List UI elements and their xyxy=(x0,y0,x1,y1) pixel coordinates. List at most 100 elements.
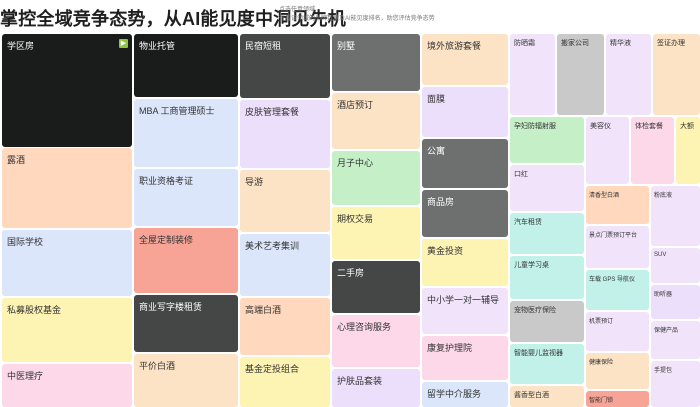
tile-label: 儿童学习桌 xyxy=(514,262,549,269)
tile-label: 防晒霜 xyxy=(514,40,535,47)
treemap-tile-wuyetuoguan[interactable]: 物业托管 xyxy=(134,34,238,97)
tile-label: 美容仪 xyxy=(590,123,611,130)
tile-label: 健康保险 xyxy=(589,360,614,366)
tile-label: 国际学校 xyxy=(7,237,44,247)
treemap-tile-huangjintouzi[interactable]: 黄金投资 xyxy=(422,239,508,286)
treemap-tile-liuxuezhongjie[interactable]: 留学中介服务 xyxy=(422,382,508,407)
treemap-tile-suv[interactable]: SUV xyxy=(651,248,700,283)
treemap-tile-shangpinfang[interactable]: 商品房 xyxy=(422,190,508,237)
treemap-tile-fangshaishuang[interactable]: 防晒霜 xyxy=(510,34,555,115)
tile-label: 商业写字楼租赁 xyxy=(139,302,203,312)
tile-label: 职业资格考证 xyxy=(139,176,194,186)
tile-label: 酱香型白酒 xyxy=(514,392,549,399)
treemap-tile-qingxiangbaijiu[interactable]: 清香型白酒 xyxy=(586,186,649,224)
tile-label: 私募股权基金 xyxy=(7,305,62,315)
tile-label: 汽车租赁 xyxy=(514,219,542,226)
tile-label: 期权交易 xyxy=(337,214,374,224)
treemap-tile-ershoufang[interactable]: 二手房 xyxy=(332,261,420,313)
treemap-tile-banjiagongsi[interactable]: 搬家公司 xyxy=(557,34,604,115)
treemap-tile-kouhong[interactable]: 口红 xyxy=(510,165,584,211)
treemap-tile-mianmo[interactable]: 面膜 xyxy=(422,87,508,137)
tile-label: 清香型白酒 xyxy=(589,193,620,199)
treemap-tile-pifuguanlitaocan[interactable]: 皮肤管理套餐 xyxy=(240,100,330,168)
tile-label: 车载 GPS 导航仪 xyxy=(589,277,636,283)
treemap-tile-shangyexiezilouzulin[interactable]: 商业写字楼租赁 xyxy=(134,295,238,352)
tile-label: 酒店预订 xyxy=(337,100,374,110)
treemap-tile-baojianchanpin[interactable]: 保健产品 xyxy=(651,321,700,359)
treemap-tile-tijiantaocan[interactable]: 体检套餐 xyxy=(631,117,674,184)
tile-label: 智能婴儿监视器 xyxy=(514,350,563,357)
treemap-tile-quanwudingzhizhuangxiu[interactable]: 全屋定制装修 xyxy=(134,228,238,293)
treemap-tile-minsuduanzu[interactable]: 民宿短租 xyxy=(240,34,330,98)
treemap-tile-meirongyi[interactable]: 美容仪 xyxy=(586,117,629,184)
treemap-tile-wuyebangong[interactable]: 智能门锁 xyxy=(586,391,649,407)
treemap-tile-mba[interactable]: MBA 工商管理硕士 xyxy=(134,99,238,167)
tile-label: 中医理疗 xyxy=(7,371,44,381)
tile-label: 粉底液 xyxy=(654,193,673,199)
treemap-tile-xuequfang[interactable]: 学区房 ▶ xyxy=(2,34,132,147)
treemap-tile-lujiu[interactable]: 露酒 xyxy=(2,148,132,228)
treemap-tile-zhongyililiao[interactable]: 中医理疗 xyxy=(2,364,132,407)
treemap-tile-daoyou[interactable]: 导游 xyxy=(240,170,330,232)
treemap-tile-qiquanjiaoyi[interactable]: 期权交易 xyxy=(332,207,420,259)
treemap-tile-jingqujipiao[interactable]: 景点门票预订平台 xyxy=(586,226,649,268)
treemap-tile-zhinengyingerjianhuqi[interactable]: 智能婴儿监视器 xyxy=(510,344,584,384)
treemap-tile-chezaigps[interactable]: 车载 GPS 导航仪 xyxy=(586,270,649,310)
tile-label: 面膜 xyxy=(427,94,446,104)
treemap-tile-meishuyikaojixun[interactable]: 美术艺考集训 xyxy=(240,234,330,296)
tile-label: 孕妇防辐射服 xyxy=(514,123,556,130)
tile-label: 公寓 xyxy=(427,146,446,156)
treemap-tile-jiudianyuding[interactable]: 酒店预订 xyxy=(332,93,420,149)
treemap-tile-simuguquanjijin[interactable]: 私募股权基金 xyxy=(2,298,132,362)
tile-label: 二手房 xyxy=(337,268,365,278)
treemap-tile-ertongxuexizhuo[interactable]: 儿童学习桌 xyxy=(510,256,584,299)
tile-label: 境外旅游套餐 xyxy=(427,41,482,51)
treemap-tile-gaoduanbaijiu[interactable]: 高端白酒 xyxy=(240,298,330,355)
tile-label: 助听器 xyxy=(654,292,673,298)
treemap-tile-jiangxiangbaijiu[interactable]: 酱香型白酒 xyxy=(510,386,584,407)
tile-label: 手提包 xyxy=(654,368,673,374)
treemap-tile-chongwuyiliaobaoxian[interactable]: 宠物医疗保险 xyxy=(510,301,584,342)
treemap-tile-yunqifangfushe[interactable]: 孕妇防辐射服 xyxy=(510,117,584,163)
treemap-tile-qianzhengbanli[interactable]: 签证办理 xyxy=(653,34,700,115)
tile-label: 别墅 xyxy=(337,41,356,51)
treemap-tile-gongyu[interactable]: 公寓 xyxy=(422,139,508,188)
tile-label: 平价白酒 xyxy=(139,361,176,371)
treemap-tile-jiankangjiaonang[interactable]: 助听器 xyxy=(651,285,700,319)
treemap-tile-kangfuhuliyuan[interactable]: 康复护理院 xyxy=(422,336,508,380)
treemap-tile-hufupintaozhuang[interactable]: 护肤品套装 xyxy=(332,369,420,407)
expand-arrow-icon[interactable]: ▶ xyxy=(119,39,128,48)
treemap-tile-pingjiabaijiu[interactable]: 平价白酒 xyxy=(134,354,238,407)
tile-label: 学区房 xyxy=(7,41,35,51)
treemap-tile-jinghuaye[interactable]: 精华液 xyxy=(606,34,651,115)
tile-label: 留学中介服务 xyxy=(427,389,482,399)
tile-label: MBA 工商管理硕士 xyxy=(139,106,215,116)
treemap-tile-qichezulin[interactable]: 汽车租赁 xyxy=(510,213,584,254)
tile-label: 口红 xyxy=(514,171,528,178)
page-header: 掌控全域竞争态势，从AI能见度中洞见先机 点选任意领域 查看该领域的品牌数量及A… xyxy=(0,0,700,30)
tile-label: 签证办理 xyxy=(657,40,685,47)
tile-label: SUV xyxy=(654,252,667,258)
tile-label: 商品房 xyxy=(427,197,455,207)
treemap-tile-yuezizhongxin[interactable]: 月子中心 xyxy=(332,151,420,205)
treemap-tile-zhongxiaoxue[interactable]: 中小学一对一辅导 xyxy=(422,288,508,334)
treemap-tile-xinlizixunfuwu[interactable]: 心理咨询服务 xyxy=(332,315,420,367)
treemap-tile-shoutibao[interactable]: 手提包 xyxy=(651,361,700,407)
treemap-tile-dajian[interactable]: 大额 xyxy=(676,117,700,184)
treemap-tile-zhiyezigekaozheng[interactable]: 职业资格考证 xyxy=(134,169,238,226)
tile-label: 黄金投资 xyxy=(427,246,464,256)
tile-label: 护肤品套装 xyxy=(337,376,383,386)
tile-label: 智能门锁 xyxy=(589,398,614,404)
treemap-tile-guojixuexiao[interactable]: 国际学校 xyxy=(2,230,132,296)
treemap-tile-jipiaoyuding[interactable]: 机票预订 xyxy=(586,312,649,351)
treemap-tile-bieshu[interactable]: 别墅 xyxy=(332,34,420,91)
tile-label: 大额 xyxy=(680,123,694,130)
treemap-tile-jiankangbaoxian[interactable]: 健康保险 xyxy=(586,353,649,389)
tile-label: 景点门票预订平台 xyxy=(589,233,638,239)
treemap-tile-jingwailvyoutaocan[interactable]: 境外旅游套餐 xyxy=(422,34,508,85)
tile-label: 保健产品 xyxy=(654,328,679,334)
treemap-tile-jijindingtouzuhe[interactable]: 基金定投组合 xyxy=(240,357,330,407)
tile-label: 民宿短租 xyxy=(245,41,282,51)
tile-label: 宠物医疗保险 xyxy=(514,307,556,314)
treemap-tile-fenmianye[interactable]: 粉底液 xyxy=(651,186,700,246)
